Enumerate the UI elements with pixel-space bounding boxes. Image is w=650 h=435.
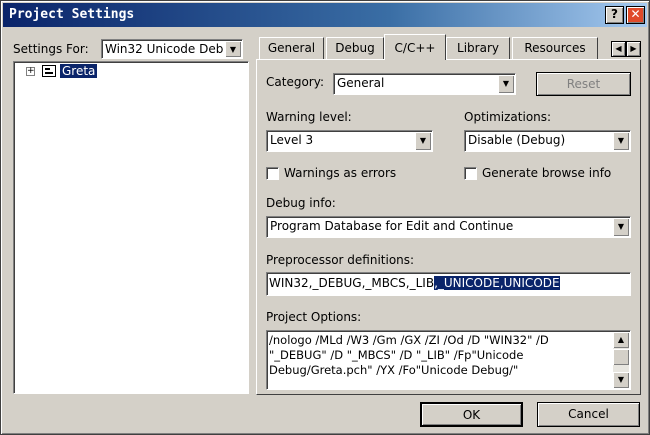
- chevron-down-icon[interactable]: [498, 75, 514, 93]
- reset-button[interactable]: Reset: [536, 72, 631, 96]
- tab-scroll-left-button[interactable]: ◀: [611, 41, 626, 57]
- optimizations-dropdown[interactable]: Disable (Debug): [464, 130, 631, 152]
- close-icon: ✕: [630, 7, 641, 21]
- debug-info-value: Program Database for Edit and Continue: [270, 219, 514, 233]
- help-icon: ?: [611, 7, 618, 21]
- scroll-down-button[interactable]: ▼: [613, 372, 629, 388]
- warning-level-label: Warning level:: [266, 110, 352, 124]
- tab-resources[interactable]: Resources: [512, 37, 598, 59]
- chevron-down-icon[interactable]: [613, 218, 629, 236]
- debug-info-label: Debug info:: [266, 196, 336, 210]
- settings-for-value: Win32 Unicode Deb: [105, 42, 224, 56]
- expand-icon[interactable]: +: [26, 67, 35, 76]
- tab-label: General: [267, 41, 316, 55]
- preprocessor-text: WIN32,_DEBUG,_MBCS,_LIB: [269, 276, 435, 290]
- project-options-textarea[interactable]: /nologo /MLd /W3 /Gm /GX /ZI /Od /D "WIN…: [266, 330, 631, 390]
- category-value: General: [337, 76, 385, 90]
- tab-label: Resources: [524, 41, 586, 55]
- category-label: Category:: [266, 75, 324, 89]
- debug-info-dropdown[interactable]: Program Database for Edit and Continue: [266, 216, 631, 238]
- tab-debug[interactable]: Debug: [326, 37, 384, 59]
- project-icon: [42, 65, 56, 77]
- window-title: Project Settings: [9, 7, 135, 22]
- tab-scroll-right-button[interactable]: ▶: [626, 41, 641, 57]
- warnings-as-errors-label[interactable]: Warnings as errors: [284, 166, 396, 180]
- tab-label: Library: [457, 41, 499, 55]
- category-dropdown[interactable]: General: [333, 73, 516, 95]
- project-tree[interactable]: + Greta: [13, 61, 249, 394]
- project-options-line: Debug/Greta.pch" /YX /Fo"Unicode Debug/": [269, 363, 519, 377]
- scroll-thumb[interactable]: [613, 349, 629, 365]
- project-options-label: Project Options:: [266, 310, 362, 324]
- project-options-scrollbar[interactable]: ▲ ▼: [613, 332, 629, 388]
- title-bar[interactable]: Project Settings ? ✕: [3, 3, 647, 27]
- ok-button[interactable]: OK: [420, 402, 523, 427]
- tree-item-greta[interactable]: + Greta: [14, 62, 214, 80]
- cancel-button[interactable]: Cancel: [537, 402, 640, 427]
- chevron-down-icon[interactable]: [225, 41, 241, 57]
- chevron-down-icon[interactable]: [613, 132, 629, 150]
- generate-browse-info-checkbox[interactable]: [464, 167, 477, 180]
- generate-browse-info-label[interactable]: Generate browse info: [482, 166, 611, 180]
- tab-label: C/C++: [394, 41, 436, 55]
- settings-for-label: Settings For:: [13, 42, 89, 56]
- settings-for-dropdown[interactable]: Win32 Unicode Deb: [101, 39, 243, 59]
- project-options-text: /nologo /MLd /W3 /Gm /GX /ZI /Od /D "WIN…: [269, 333, 611, 378]
- arrow-down-icon: ▼: [617, 375, 625, 384]
- tab-c-cpp[interactable]: C/C++: [384, 34, 446, 60]
- preprocessor-selected-text: ,_UNICODE,UNICODE: [434, 276, 560, 290]
- tab-library[interactable]: Library: [446, 37, 510, 59]
- preprocessor-input[interactable]: WIN32,_DEBUG,_MBCS,_LIB,_UNICODE,UNICODE: [266, 272, 631, 296]
- tree-item-label: Greta: [60, 64, 98, 78]
- project-options-line: /nologo /MLd /W3 /Gm /GX /ZI /Od /D "WIN…: [269, 333, 549, 347]
- chevron-down-icon[interactable]: [415, 132, 431, 150]
- warnings-as-errors-checkbox[interactable]: [266, 167, 279, 180]
- warning-level-dropdown[interactable]: Level 3: [266, 130, 433, 152]
- project-settings-dialog: Project Settings ? ✕ Settings For: Win32…: [0, 0, 650, 435]
- help-button[interactable]: ?: [605, 6, 624, 24]
- optimizations-value: Disable (Debug): [468, 133, 566, 147]
- tab-general[interactable]: General: [259, 37, 324, 59]
- tab-label: Debug: [335, 41, 375, 55]
- warning-level-value: Level 3: [270, 133, 314, 147]
- scroll-up-button[interactable]: ▲: [613, 332, 629, 348]
- preprocessor-label: Preprocessor definitions:: [266, 253, 415, 267]
- close-button[interactable]: ✕: [626, 6, 645, 24]
- c-cpp-panel: Category: General Reset Warning level: L…: [256, 59, 641, 395]
- arrow-left-icon: ◀: [615, 44, 622, 53]
- project-options-line: "_DEBUG" /D "_MBCS" /D "_LIB" /Fp"Unicod…: [269, 348, 524, 362]
- optimizations-label: Optimizations:: [464, 110, 552, 124]
- arrow-up-icon: ▲: [617, 335, 625, 344]
- arrow-right-icon: ▶: [630, 44, 637, 53]
- preprocessor-value: WIN32,_DEBUG,_MBCS,_LIB,_UNICODE,UNICODE: [269, 276, 560, 290]
